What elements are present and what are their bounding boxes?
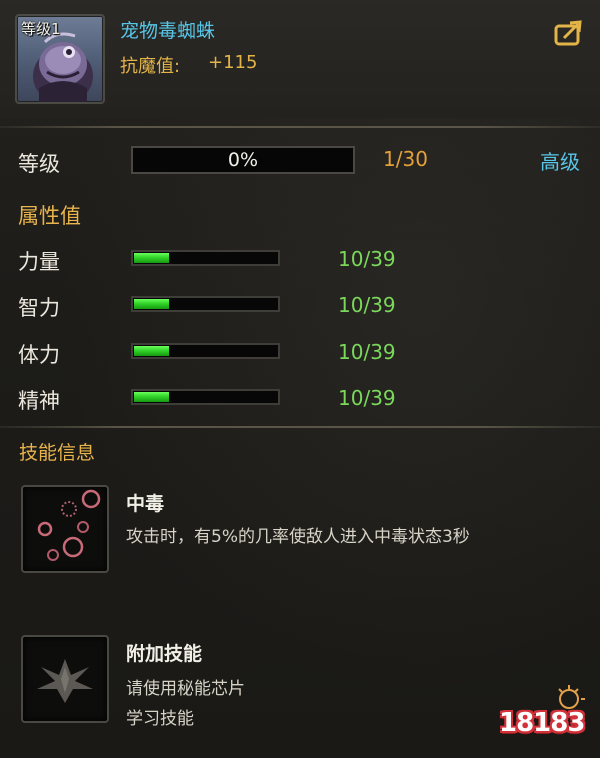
watermark-logo: 18183 <box>499 708 585 738</box>
skill-slot-poison[interactable] <box>21 485 109 573</box>
attr-label-stamina: 体力 <box>18 343 60 367</box>
attr-bar-stamina <box>131 343 280 359</box>
resist-label: 抗魔值: <box>120 56 181 77</box>
pet-portrait[interactable]: 等级1 <box>15 14 105 104</box>
resist-value: +115 <box>208 52 258 73</box>
attributes-divider <box>0 426 600 428</box>
attr-value-spirit: 10/39 <box>338 386 396 410</box>
attr-value-stamina: 10/39 <box>338 340 396 364</box>
pet-level-tag: 等级1 <box>21 20 61 38</box>
skill-name-poison: 中毒 <box>126 493 165 515</box>
attr-bar-fill <box>134 392 170 402</box>
attr-bar-fill <box>134 346 170 356</box>
pet-info-panel: 等级1 宠物毒蜘蛛 抗魔值: +115 等级 0% 1/30 高级 属性值 力量… <box>0 0 600 758</box>
skill-desc-line-2: 学习技能 <box>126 709 194 729</box>
poison-bubbles-icon <box>37 489 101 561</box>
attr-bar-intelligence <box>131 296 280 312</box>
pet-name: 宠物毒蜘蛛 <box>120 20 216 42</box>
attr-bar-spirit <box>131 389 280 405</box>
level-progress-text: 0% <box>227 149 259 171</box>
attr-value-strength: 10/39 <box>338 247 396 271</box>
skill-desc-poison: 攻击时，有5%的几率使敌人进入中毒状态3秒 <box>126 527 470 547</box>
attr-value-intelligence: 10/39 <box>338 293 396 317</box>
skill-name-additional: 附加技能 <box>126 643 203 665</box>
level-count: 1/30 <box>383 147 428 171</box>
attr-bar-fill <box>134 253 170 263</box>
level-label: 等级 <box>18 152 60 176</box>
skill-slot-additional[interactable] <box>21 635 109 723</box>
attr-bar-strength <box>131 250 280 266</box>
attributes-title: 属性值 <box>18 204 81 228</box>
attr-label-strength: 力量 <box>18 250 60 274</box>
attr-bar-fill <box>134 299 170 309</box>
skill-desc-line-1: 请使用秘能芯片 <box>126 679 245 699</box>
share-arrow-icon[interactable] <box>554 20 584 46</box>
attr-label-intelligence: 智力 <box>18 296 60 320</box>
locked-skill-wings-icon <box>37 659 93 703</box>
header-divider <box>0 126 600 128</box>
advanced-button[interactable]: 高级 <box>540 146 580 175</box>
attr-label-spirit: 精神 <box>18 389 60 413</box>
level-progress-bar: 0% <box>131 146 355 174</box>
skills-title: 技能信息 <box>19 442 96 464</box>
